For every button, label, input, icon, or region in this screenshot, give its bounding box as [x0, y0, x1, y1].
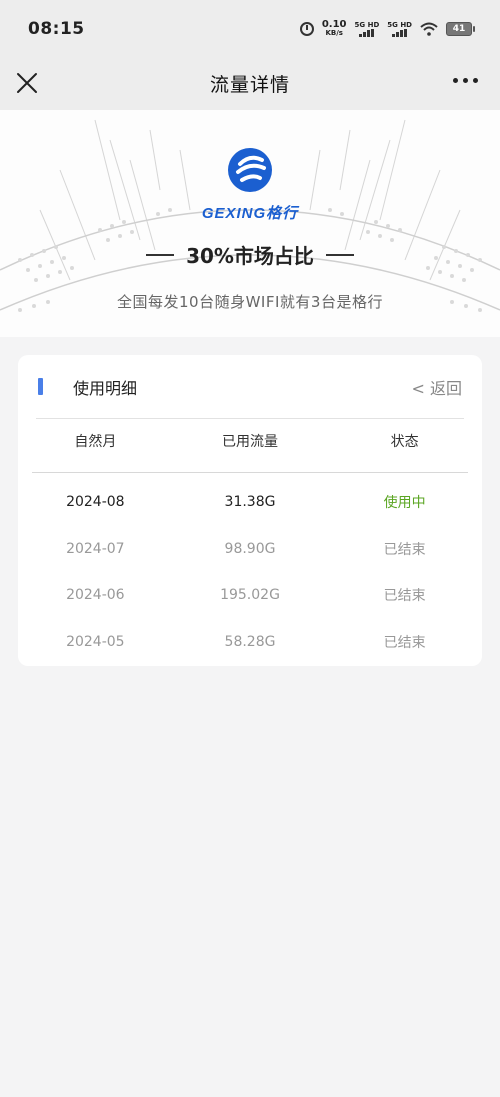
headline-dash-right: [325, 253, 354, 256]
card-header: 使用明细 < 返回: [18, 355, 482, 419]
sim1-label: 5G HD: [354, 21, 380, 29]
table-row: 2024-05 58.28G 已结束: [18, 619, 482, 666]
column-header-status: 状态: [390, 434, 419, 450]
back-button[interactable]: < 返回: [412, 375, 463, 399]
table-header-divider: [32, 472, 468, 473]
banner-subline: 全国每发10台随身WIFI就有3台是格行: [117, 293, 383, 311]
row-status: 已结束: [383, 588, 426, 605]
column-header-used: 已用流量: [222, 434, 278, 450]
row-used: 98.90G: [224, 540, 276, 557]
table-header: 自然月 已用流量 状态: [18, 419, 482, 473]
promo-banner: GEXING格行 30%市场占比 全国每发10台随身WIFI就有3台是格行: [0, 110, 500, 337]
more-icon[interactable]: [453, 78, 478, 83]
wifi-icon: [420, 22, 438, 36]
card-title: 使用明细: [73, 379, 138, 398]
row-month: 2024-08: [66, 494, 125, 511]
network-speed-value: 0.10: [321, 19, 347, 30]
table-body: 2024-08 31.38G 使用中 2024-07 98.90G 已结束 20…: [18, 479, 482, 665]
usage-detail-card: 使用明细 < 返回 自然月 已用流量 状态 2024-08 31.38G 使用中…: [18, 355, 482, 666]
nav-bar: 流量详情: [0, 58, 500, 110]
table-row: 2024-08 31.38G 使用中: [18, 479, 482, 526]
status-time: 08:15: [28, 19, 85, 39]
alarm-icon: [299, 22, 314, 36]
battery-icon: 41: [446, 22, 475, 36]
network-speed: 0.10 KB/s: [322, 20, 347, 38]
row-used: 58.28G: [224, 633, 276, 650]
table-row: 2024-06 195.02G 已结束: [18, 572, 482, 619]
row-used: 31.38G: [224, 494, 276, 511]
network-speed-unit: KB/s: [325, 29, 343, 37]
row-status: 已结束: [383, 541, 426, 558]
headline-text: 30%市场占比: [186, 244, 314, 268]
gexing-logo-icon: [228, 148, 272, 192]
sim1-signal-icon: 5G HD: [354, 21, 380, 37]
page-title: 流量详情: [209, 74, 290, 96]
row-used: 195.02G: [220, 587, 280, 604]
brand-name: GEXING格行: [201, 205, 299, 222]
column-header-month: 自然月: [74, 434, 117, 450]
headline-dash-left: [146, 253, 175, 256]
sim2-signal-icon: 5G HD: [387, 21, 412, 37]
row-status: 使用中: [383, 495, 426, 512]
sim2-label: 5G HD: [387, 21, 412, 29]
row-status: 已结束: [383, 634, 426, 651]
status-bar: 08:15 0.10 KB/s 5G HD 5G HD 41: [0, 0, 500, 58]
row-month: 2024-07: [66, 540, 125, 557]
row-month: 2024-06: [66, 587, 125, 604]
table-row: 2024-07 98.90G 已结束: [18, 526, 482, 573]
status-icons: 0.10 KB/s 5G HD 5G HD 41: [299, 20, 475, 38]
row-month: 2024-05: [66, 633, 125, 650]
section-accent-bar: [38, 378, 43, 395]
banner-headline: 30%市场占比: [0, 240, 500, 269]
